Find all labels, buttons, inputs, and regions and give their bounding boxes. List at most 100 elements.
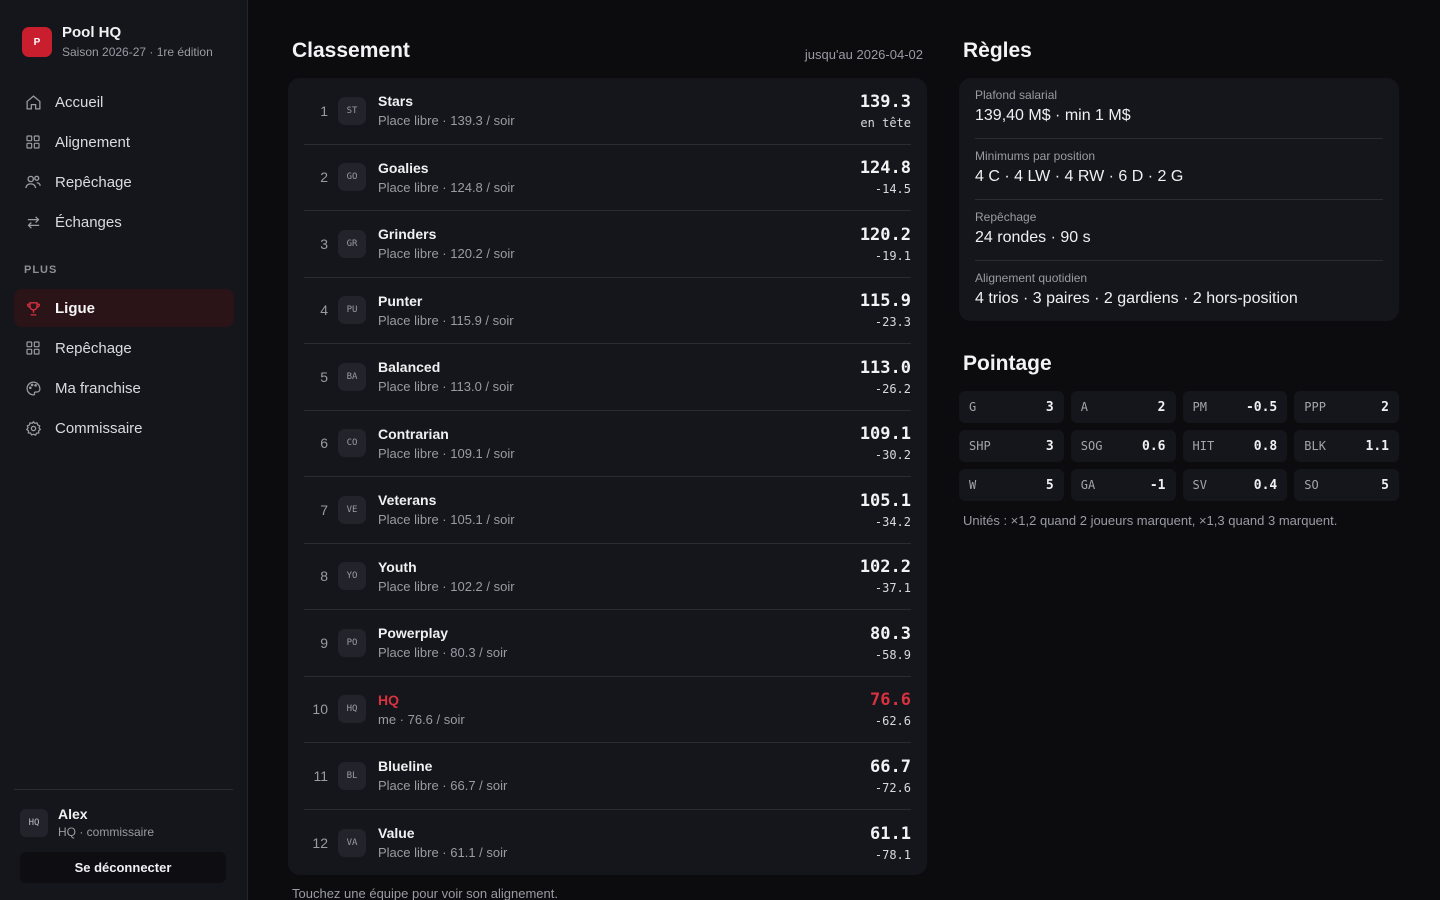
- avatar: HQ: [20, 808, 48, 837]
- sidebar-divider: [14, 789, 233, 790]
- team-name: Youth: [378, 558, 417, 575]
- nav-item-repechage-2[interactable]: Repêchage: [14, 329, 234, 367]
- team-name: Punter: [378, 292, 423, 309]
- standings-row[interactable]: 3 GR Grinders Place libre · 120.2 / soir 120…: [304, 211, 911, 278]
- standings-row[interactable]: 5 BA Balanced Place libre · 113.0 / soir 113…: [304, 344, 911, 411]
- scoring-tile: HIT 0.8: [1182, 430, 1288, 462]
- team-points: 76.6: [870, 690, 911, 711]
- standings-footnote: Touchez une équipe pour voir son alignem…: [292, 886, 558, 900]
- nav-label: Commissaire: [55, 419, 143, 437]
- standings-row[interactable]: 2 GO Goalies Place libre · 124.8 / soir 124.…: [304, 145, 911, 211]
- logout-button[interactable]: Se déconnecter: [20, 852, 226, 883]
- team-name: Veterans: [378, 492, 437, 509]
- stat-value: -1: [1149, 477, 1166, 493]
- rank: 10: [312, 701, 328, 718]
- team-subtitle: Place libre · 61.1 / soir: [378, 845, 508, 861]
- points-behind: -62.6: [874, 714, 911, 729]
- standings-title: Classement: [292, 39, 410, 62]
- stat-key: GA: [1080, 478, 1096, 492]
- team-name: Value: [378, 825, 415, 842]
- team-subtitle: Place libre · 102.2 / soir: [378, 578, 515, 594]
- team-subtitle: Place libre · 115.9 / soir: [378, 312, 514, 328]
- stat-key: HIT: [1192, 439, 1215, 453]
- nav-label: Accueil: [55, 93, 104, 111]
- nav-item-repechage[interactable]: Repêchage: [14, 163, 234, 201]
- team-badge: GR: [338, 229, 366, 258]
- points-behind: -23.3: [874, 315, 911, 330]
- scoring-tile: PPP 2: [1294, 391, 1399, 423]
- team-badge: PO: [338, 628, 366, 657]
- stat-key: PPP: [1304, 400, 1326, 414]
- team-subtitle: Place libre · 113.0 / soir: [378, 379, 514, 395]
- brand-title: Pool HQ: [62, 24, 122, 41]
- nav-item-echanges[interactable]: Échanges: [14, 203, 234, 241]
- team-points: 120.2: [859, 224, 911, 245]
- standings-row[interactable]: 4 PU Punter Place libre · 115.9 / soir 115.9…: [304, 278, 911, 344]
- nav-item-accueil[interactable]: Accueil: [14, 83, 234, 121]
- rule-label: Repêchage: [975, 210, 1037, 224]
- standings-row[interactable]: 7 VE Veterans Place libre · 105.1 / soir 105…: [304, 477, 911, 544]
- team-subtitle: Place libre · 66.7 / soir: [378, 778, 508, 794]
- stat-value: 5: [1381, 477, 1389, 493]
- stat-key: SV: [1192, 478, 1207, 492]
- swap-icon: [24, 213, 42, 231]
- scoring-tile: GA -1: [1070, 469, 1176, 501]
- stat-value: 2: [1381, 399, 1389, 415]
- stat-value: 3: [1045, 399, 1054, 415]
- user-profile[interactable]: HQ Alex HQ · commissaire: [20, 806, 154, 839]
- rule-daily-lineup: Alignement quotidien 4 trios · 3 paires …: [975, 261, 1383, 322]
- points-behind: -19.1: [874, 248, 911, 263]
- more-nav: Ligue Repêchage Ma franchise Commissaire: [14, 289, 234, 449]
- rank: 9: [320, 634, 328, 651]
- scoring-units-note: Unités : ×1,2 quand 2 joueurs marquent, …: [963, 513, 1338, 528]
- stat-value: 3: [1045, 438, 1054, 454]
- rule-value: 24 rondes · 90 s: [975, 229, 1091, 246]
- nav-label: Alignement: [55, 133, 131, 151]
- nav-label: Ligue: [55, 299, 95, 317]
- scoring-grid: G 3 A 2 PM -0.5 PPP 2 SHP 3 SOG 0.6 HIT 0.8 BLK 1.1 W 5 GA…: [959, 391, 1399, 501]
- standings-row[interactable]: 8 YO Youth Place libre · 102.2 / soir 102.2 -…: [304, 544, 911, 610]
- stat-value: 2: [1157, 399, 1166, 415]
- team-points: 124.8: [859, 158, 911, 179]
- brand-logo: P: [22, 27, 52, 57]
- nav-item-commissaire[interactable]: Commissaire: [14, 409, 234, 447]
- team-badge: BL: [338, 761, 366, 790]
- standings-row[interactable]: 10 HQ HQ me · 76.6 / soir 76.6 -62.6: [304, 677, 911, 743]
- nav-section-plus: PLUS: [24, 264, 58, 276]
- standings-row[interactable]: 12 VA Value Place libre · 61.1 / soir 61.1 -7…: [304, 810, 911, 877]
- points-behind: -37.1: [874, 581, 911, 596]
- points-behind: -58.9: [874, 647, 911, 662]
- nav-item-alignement[interactable]: Alignement: [14, 123, 234, 161]
- team-name: Blueline: [378, 758, 433, 775]
- standings-row[interactable]: 1 ST Stars Place libre · 139.3 / soir 139.3 e…: [304, 78, 911, 145]
- team-points: 61.1: [870, 823, 911, 844]
- points-behind: en tête: [860, 115, 911, 130]
- scoring-tile: PM -0.5: [1182, 391, 1288, 423]
- team-name: Grinders: [378, 226, 437, 243]
- team-name: Goalies: [378, 159, 429, 176]
- nav-item-ligue[interactable]: Ligue: [14, 289, 234, 327]
- stat-value: 5: [1045, 477, 1054, 493]
- rule-label: Plafond salarial: [975, 88, 1058, 102]
- rank: 7: [320, 501, 328, 518]
- scoring-tile: SV 0.4: [1182, 469, 1288, 501]
- stat-key: PM: [1192, 400, 1207, 414]
- rule-salary-cap: Plafond salarial 139,40 M$ · min 1 M$: [975, 78, 1383, 139]
- standings-row[interactable]: 11 BL Blueline Place libre · 66.7 / soir 66.…: [304, 743, 911, 810]
- brand[interactable]: P Pool HQ Saison 2026-27 · 1re édition: [22, 25, 213, 59]
- rank: 3: [320, 235, 328, 252]
- team-subtitle: Place libre · 120.2 / soir: [378, 246, 515, 262]
- team-points: 115.9: [859, 291, 911, 312]
- standings-row[interactable]: 9 PO Powerplay Place libre · 80.3 / soir 80.…: [304, 610, 911, 677]
- stat-key: BLK: [1304, 439, 1326, 453]
- standings-row[interactable]: 6 CO Contrarian Place libre · 109.1 / soir 1…: [304, 411, 911, 477]
- stat-key: SO: [1304, 478, 1319, 492]
- team-badge: CO: [338, 429, 366, 458]
- palette-icon: [24, 379, 42, 397]
- stat-value: 0.4: [1253, 477, 1278, 493]
- main-nav: Accueil Alignement Repêchage Échanges: [14, 83, 234, 243]
- nav-item-ma-franchise[interactable]: Ma franchise: [14, 369, 234, 407]
- team-name: Contrarian: [378, 425, 449, 442]
- team-points: 109.1: [859, 424, 911, 445]
- team-subtitle: Place libre · 105.1 / soir: [378, 512, 515, 528]
